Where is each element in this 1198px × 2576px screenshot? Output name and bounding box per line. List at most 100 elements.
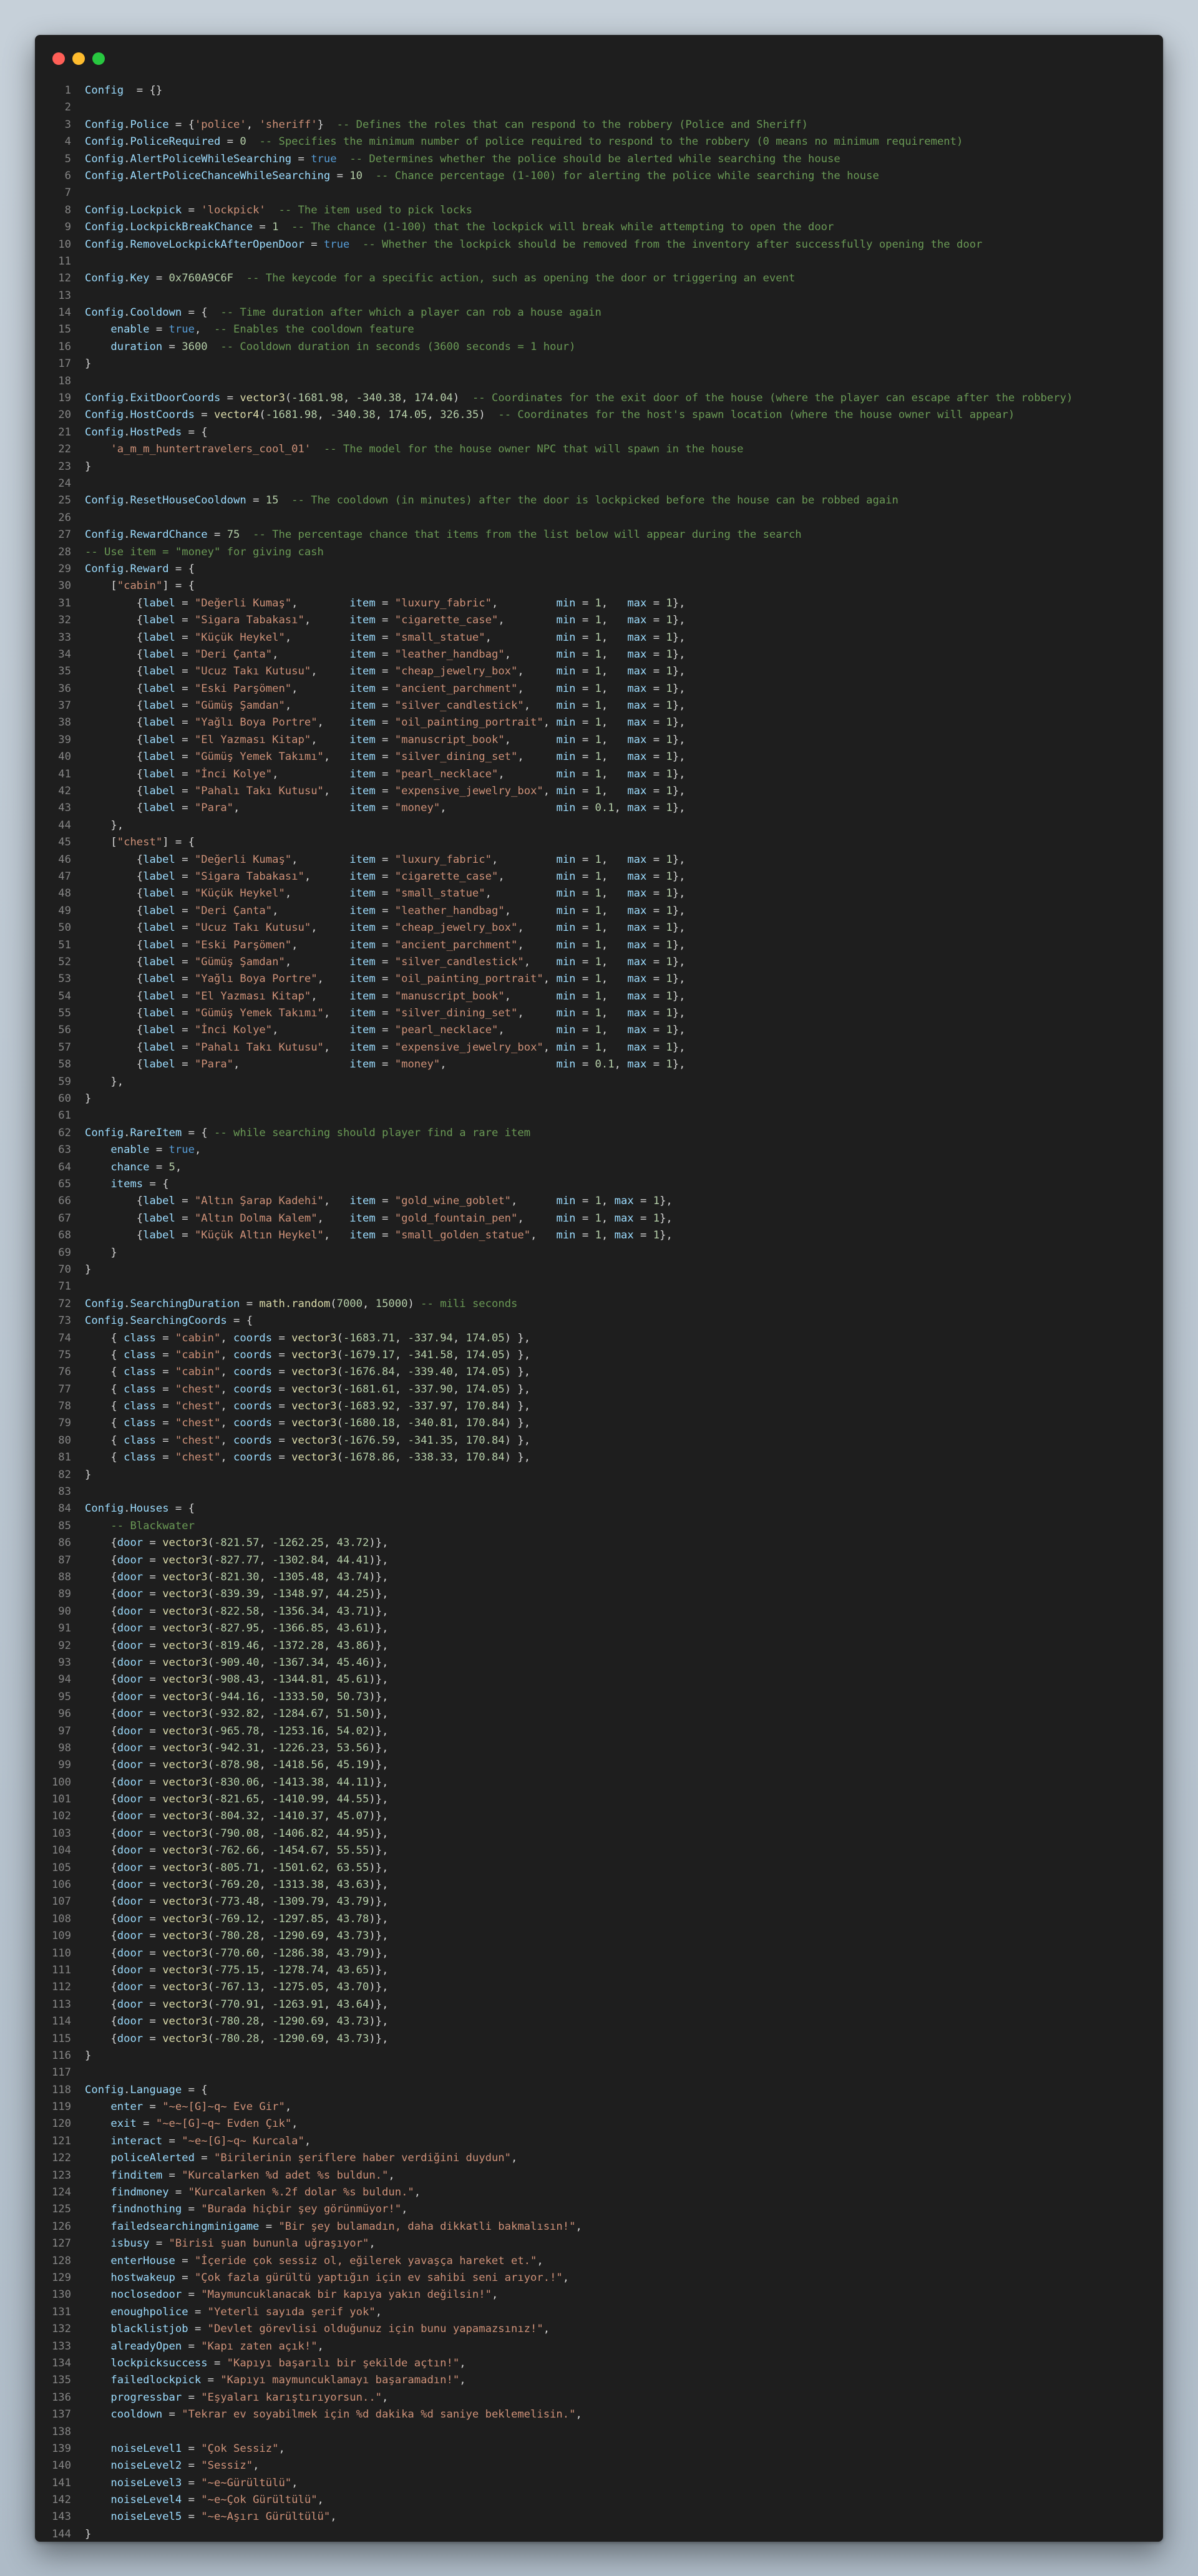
code-token: -- Coordinates for the host's spawn loca… [498, 409, 1015, 422]
code-token: = [375, 904, 395, 917]
code-token: = [272, 1383, 292, 1396]
code-token: ( [259, 409, 266, 422]
code-token: cooldown [110, 2408, 163, 2421]
code-token: item [349, 785, 376, 798]
code-token: min [556, 938, 576, 951]
line-number: 36 [58, 682, 71, 695]
code-token: = [175, 682, 195, 695]
code-token: = [175, 1229, 195, 1242]
line-number: 6 [64, 169, 71, 182]
code-token: door [117, 1537, 144, 1550]
code-token: , [259, 1622, 273, 1635]
code-token: = [143, 1776, 163, 1789]
code-line: 54 {label = "El Yazması Kitap", item = "… [35, 988, 1163, 1005]
line-number: 22 [58, 443, 71, 456]
code-token: )}, [369, 1981, 389, 1994]
code-token: . [124, 494, 130, 507]
code-token: "Birisi şuan bununla uğraşıyor" [168, 2237, 369, 2250]
code-token: { [85, 1451, 124, 1464]
code-token: hostwakeup [110, 2272, 175, 2284]
code-token: , [452, 1366, 466, 1379]
code-token: 0x760A9C6F [168, 272, 234, 285]
code-line: 79 { class = "chest", coords = vector3(-… [35, 1415, 1163, 1432]
code-token: ( [330, 1297, 337, 1310]
code-editor[interactable]: 1 Config = {} 2 3 Config.Police = {'police',… [35, 82, 1163, 2542]
code-token: -942.31 [214, 1741, 260, 1754]
code-token: }, [672, 733, 686, 746]
code-token: } [85, 2527, 92, 2540]
code-token: , [220, 1451, 234, 1464]
code-token: , [323, 1844, 337, 1857]
code-token: { [85, 1331, 124, 1344]
code-line: 143 noiseLevel5 = "~e~Aşırı Gürültülü", [35, 2509, 1163, 2525]
code-token: = [143, 1741, 163, 1754]
code-token: ) }, [504, 1366, 531, 1379]
code-token: , [575, 2220, 582, 2233]
code-token: , [517, 938, 557, 951]
code-token: , [259, 2015, 273, 2028]
minimize-button[interactable] [72, 52, 85, 65]
code-line: 37 {label = "Gümüş Şamdan", item = "silv… [35, 697, 1163, 714]
code-token: "Değerli Kumaş" [194, 853, 292, 866]
code-token: , [498, 870, 557, 883]
line-number: 108 [51, 1912, 71, 1925]
line-number: 4 [64, 135, 71, 148]
code-token: min [556, 1195, 576, 1208]
code-line: 124 findmoney = "Kurcalarken %.2f dolar … [35, 2184, 1163, 2201]
code-token: , [291, 2117, 298, 2131]
code-token: -1309.79 [272, 1895, 324, 1908]
code-token: -1681.61 [343, 1383, 395, 1396]
code-token: ( [207, 1690, 214, 1703]
code-token: = [149, 1160, 169, 1174]
code-token: label [143, 682, 175, 695]
code-token: = [175, 767, 195, 780]
close-button[interactable] [52, 52, 65, 65]
code-token: "Altın Şarap Kadehi" [194, 1195, 324, 1208]
code-token: 1 [595, 955, 601, 968]
code-token: , [601, 973, 628, 986]
code-token: class [124, 1434, 156, 1447]
code-token: items [110, 1178, 144, 1190]
line-number: 45 [58, 836, 71, 849]
code-token: = [575, 1024, 595, 1037]
code-token: ( [336, 1400, 343, 1413]
code-token: { [85, 1708, 117, 1721]
code-token: -- Blackwater [110, 1519, 195, 1532]
code-token: , [562, 2272, 570, 2284]
code-token: = [646, 887, 666, 900]
code-token: "luxury_fabric" [394, 853, 492, 866]
code-token: { [85, 1605, 117, 1618]
code-token: { [85, 1537, 117, 1550]
code-token: Config [85, 392, 124, 405]
code-line: 74 { class = "cabin", coords = vector3(-… [35, 1330, 1163, 1347]
code-token: door [117, 1741, 144, 1754]
code-token: , [259, 1741, 273, 1754]
code-token: min [556, 973, 576, 986]
code-token: "Burada hiçbir şey görünmüyor!" [201, 2203, 402, 2216]
code-token: progressbar [110, 2391, 182, 2404]
code-token: 1 [666, 1007, 673, 1020]
code-token: { [85, 785, 144, 798]
code-token: , [311, 733, 350, 746]
code-token: -1262.25 [272, 1537, 324, 1550]
code-token: vector3 [162, 1879, 208, 1892]
code-token: = [143, 1605, 163, 1618]
code-token: 1 [595, 1229, 601, 1242]
code-token: = [375, 955, 395, 968]
maximize-button[interactable] [92, 52, 105, 65]
code-token: -1454.67 [272, 1844, 324, 1857]
code-token: { [85, 973, 144, 986]
code-line: 7 [35, 185, 1163, 202]
code-token: , [220, 1348, 234, 1361]
code-token: , [517, 751, 557, 764]
code-token: label [143, 1007, 175, 1020]
code-token: 43.73 [336, 1930, 369, 1943]
line-number: 31 [58, 596, 71, 610]
code-token: }, [672, 1007, 686, 1020]
code-line: 5 Config.AlertPoliceWhileSearching = true… [35, 151, 1163, 168]
code-token: -- The cooldown (in minutes) after the d… [291, 494, 898, 507]
code-token: min [556, 1007, 576, 1020]
code-token: { [85, 1007, 144, 1020]
